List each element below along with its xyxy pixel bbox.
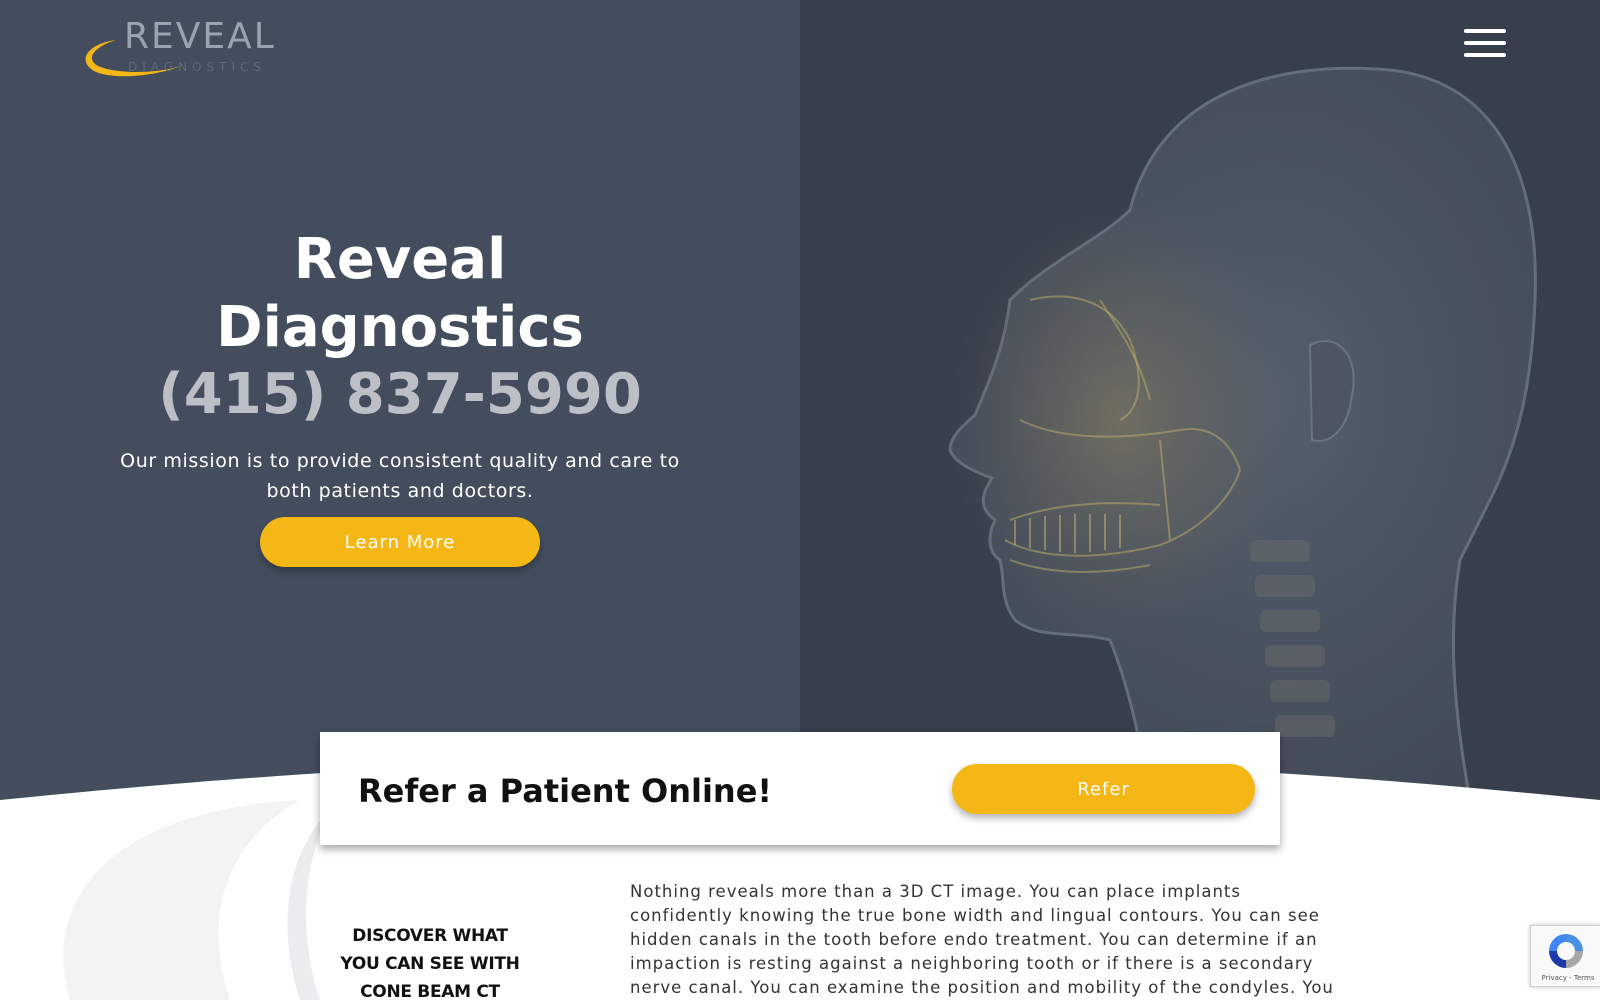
menu-bar [1464,53,1506,57]
logo-wordmark: REVEAL [124,16,276,57]
recaptcha-icon [1549,934,1583,968]
refer-title: Refer a Patient Online! [358,772,772,810]
hero-phone-number[interactable]: (415) 837-5990 [100,362,700,428]
recaptcha-links[interactable]: Privacy - Terms [1535,974,1600,982]
hero-title-line1: Reveal [293,227,507,292]
hero-text-block: Reveal Diagnostics (415) 837-5990 Our mi… [100,226,700,506]
intro-paragraph: Nothing reveals more than a 3D CT image.… [630,882,1334,997]
discover-heading-line3: CONE BEAM CT [360,982,500,1000]
menu-bar [1464,41,1506,45]
xray-head-illustration [940,66,1537,800]
discover-heading-line1: DISCOVER WHAT [352,926,508,946]
menu-bar [1464,29,1506,33]
logo-subtitle: DIAGNOSTICS [128,60,266,74]
recaptcha-badge[interactable]: Privacy - Terms [1530,925,1600,987]
discover-heading: DISCOVER WHAT YOU CAN SEE WITH CONE BEAM… [320,922,540,1000]
hero-section: REVEAL DIAGNOSTICS Reveal Diagnostics (4… [0,0,1600,800]
refer-button[interactable]: Refer [952,764,1255,814]
discover-heading-line2: YOU CAN SEE WITH [340,954,520,974]
learn-more-button[interactable]: Learn More [260,517,540,567]
hero-mission-text: Our mission is to provide consistent qua… [120,450,680,502]
brand-logo[interactable]: REVEAL DIAGNOSTICS [76,14,286,80]
hero-title-line2: Diagnostics [216,295,584,360]
hamburger-icon[interactable] [1462,26,1508,62]
refer-patient-card: Refer a Patient Online! Refer [320,732,1280,845]
